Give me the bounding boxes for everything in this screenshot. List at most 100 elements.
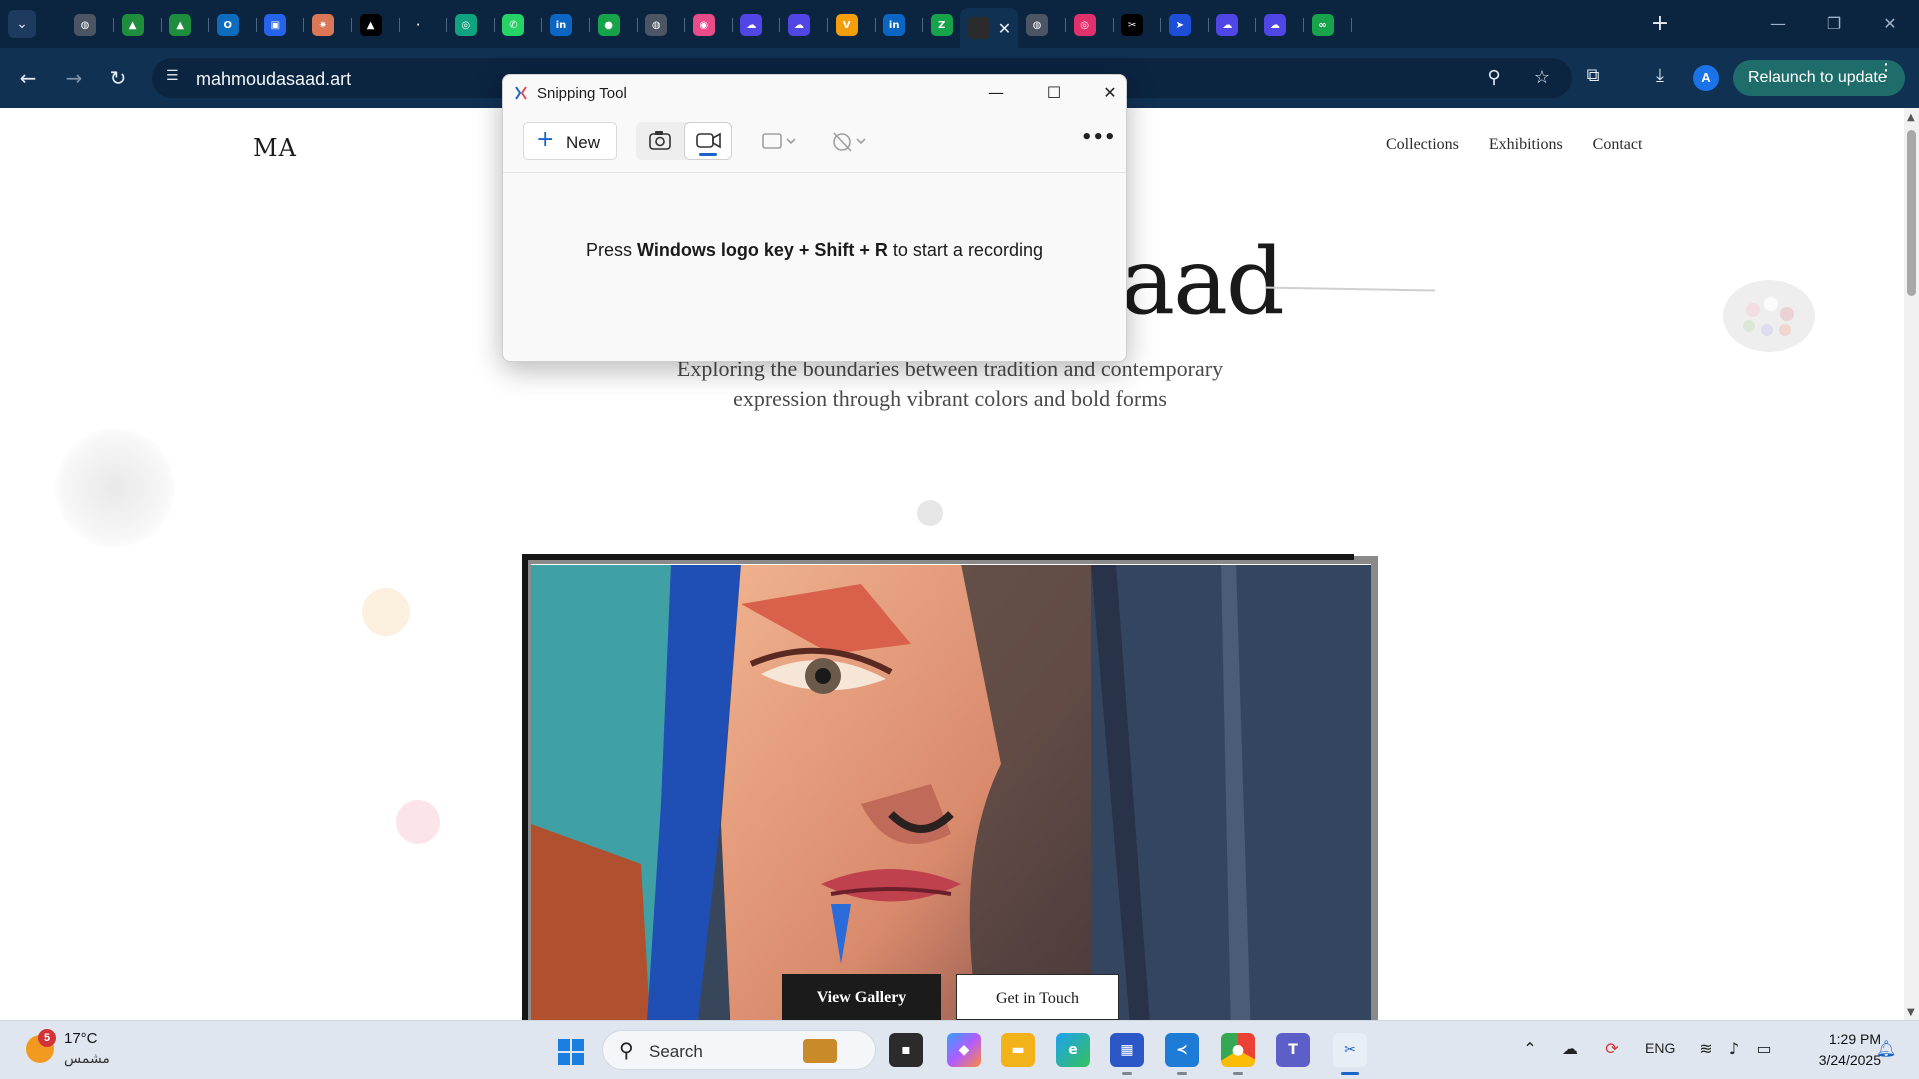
taskbar-app-edge[interactable]: e <box>1056 1033 1090 1067</box>
chevron-down-icon: ⌄ <box>16 16 28 32</box>
snip-close-button[interactable]: ✕ <box>1087 79 1133 107</box>
extensions-icon[interactable]: ⧉ <box>1579 62 1607 90</box>
teams-board-icon: ▣ <box>264 14 287 36</box>
search-icon: ⚲ <box>619 1038 634 1062</box>
weather-temperature[interactable]: 17°C <box>64 1030 98 1047</box>
weather-condition[interactable]: مشمس <box>64 1051 110 1067</box>
url-text[interactable]: mahmoudasaad.art <box>196 69 351 90</box>
generic-globe-icon: ◍ <box>1026 14 1048 36</box>
zoom-icon[interactable]: ⚲ <box>1482 66 1506 90</box>
nav-link-exhibitions[interactable]: Exhibitions <box>1489 136 1563 154</box>
notification-bell-icon[interactable]: 🔔︎ <box>1876 1039 1898 1061</box>
relaunch-label: Relaunch to update <box>1748 69 1887 86</box>
weather-badge: 5 <box>38 1029 56 1047</box>
forward-button[interactable]: → <box>58 62 90 94</box>
nav-link-collections[interactable]: Collections <box>1386 136 1459 154</box>
scroll-up-arrow-icon[interactable]: ▲ <box>1907 112 1915 123</box>
window-restore-button[interactable]: ❐ <box>1814 10 1854 38</box>
taskbar-app-vscode[interactable]: ≺ <box>1165 1033 1199 1075</box>
snip-mode-toggle <box>636 122 732 160</box>
cloud-icon: ☁ <box>1264 14 1286 36</box>
snip-delay-dropdown[interactable] <box>825 126 873 156</box>
decorative-blob <box>917 500 943 526</box>
rectangle-area-icon <box>762 133 796 149</box>
window-close-button[interactable]: ✕ <box>1870 10 1910 38</box>
taskbar-app-task-view[interactable]: ▪ <box>889 1033 923 1067</box>
decorative-blob <box>396 800 440 844</box>
relaunch-to-update-button[interactable]: Relaunch to update ⋮ <box>1733 60 1905 96</box>
gemini-icon: V <box>835 14 858 36</box>
view-gallery-button[interactable]: View Gallery <box>782 974 941 1020</box>
drive-icon: ▲ <box>121 14 144 36</box>
clock-time[interactable]: 1:29 PM <box>1795 1031 1881 1047</box>
scroll-down-arrow-icon[interactable]: ▼ <box>1907 1007 1915 1018</box>
taskbar-app-snipping-tool[interactable]: ✂ <box>1333 1033 1367 1075</box>
claude-icon: ✷ <box>312 14 334 36</box>
browser-tab-strip: ⌄ ◍ ▲ ▲ O ▣ ✷ ▲ · ◎ ✆ in ● ◍ ◉ ☁ ☁ Vin Z ✕ ◍ ◎ ✂ ➤ ☁ ☁ ∞ + — ❐ ✕ <box>0 0 1919 48</box>
site-info-icon[interactable]: ☰ <box>166 68 186 88</box>
infinity-icon: ∞ <box>1311 14 1334 36</box>
timer-off-icon <box>833 132 866 152</box>
snipping-tool-window: Snipping Tool — ☐ ✕ + New ••• Press Wind… <box>502 74 1127 362</box>
volume-icon[interactable]: ♪ <box>1722 1037 1746 1061</box>
snip-area-dropdown[interactable] <box>755 126 803 156</box>
page-scrollbar[interactable]: ▲ ▼ <box>1904 108 1919 1020</box>
window-minimize-button[interactable]: — <box>1758 10 1798 38</box>
dribbble-icon: ◉ <box>692 14 715 36</box>
reload-button[interactable]: ↻ <box>102 62 134 94</box>
taskbar-app-chrome[interactable]: ● <box>1221 1033 1255 1075</box>
selected-indicator <box>699 153 717 156</box>
downloads-icon[interactable]: ⤓ <box>1646 62 1674 90</box>
bookmark-star-icon[interactable]: ☆ <box>1530 66 1554 90</box>
generic-globe-icon: ◍ <box>645 14 668 36</box>
language-indicator[interactable]: ENG <box>1645 1040 1675 1056</box>
snipping-tool-title: Snipping Tool <box>537 85 627 102</box>
drive-icon: ▲ <box>169 14 192 36</box>
instagram-icon: ◎ <box>1073 14 1096 36</box>
battery-icon[interactable]: ▭ <box>1752 1037 1776 1061</box>
browser-tab[interactable]: ∞ <box>1294 8 1352 42</box>
windows-logo-icon <box>558 1039 584 1065</box>
more-vert-icon[interactable]: ⋮ <box>1877 60 1895 81</box>
get-in-touch-button[interactable]: Get in Touch <box>956 974 1119 1020</box>
snip-minimize-button[interactable]: — <box>973 79 1019 107</box>
start-button[interactable] <box>556 1037 586 1067</box>
whatsapp-icon: ✆ <box>502 14 525 36</box>
recording-mode-button[interactable] <box>684 122 732 160</box>
taskbar-app-teams[interactable]: T <box>1276 1033 1310 1067</box>
scroll-thumb[interactable] <box>1907 130 1916 296</box>
wifi-icon[interactable]: ≋ <box>1694 1037 1718 1061</box>
taskbar-app-file-explorer[interactable]: ▬ <box>1001 1033 1035 1067</box>
taskbar-app-copilot[interactable]: ◆ <box>947 1033 981 1067</box>
onedrive-offline-icon[interactable]: ☁ <box>1558 1037 1582 1061</box>
nav-link-contact[interactable]: Contact <box>1593 136 1643 154</box>
sync-icon[interactable]: ⟳ <box>1600 1037 1624 1061</box>
vercel-icon: ▲ <box>359 14 382 36</box>
capcut-icon: ✂ <box>1121 14 1144 36</box>
site-logo[interactable]: MA <box>253 134 297 162</box>
snip-new-label: New <box>566 133 601 152</box>
divider <box>503 172 1126 173</box>
loading-icon <box>967 17 990 39</box>
snip-new-button[interactable]: + New <box>523 122 617 160</box>
screenshot-mode-button[interactable] <box>636 122 684 160</box>
new-tab-button[interactable]: + <box>1648 12 1672 36</box>
tab-search-button[interactable]: ⌄ <box>8 10 36 38</box>
running-indicator <box>1177 1072 1187 1075</box>
show-hidden-icons-chevron-icon[interactable]: ⌃ <box>1518 1037 1542 1061</box>
profile-avatar[interactable]: A <box>1693 65 1719 91</box>
back-button[interactable]: ← <box>12 62 44 94</box>
snip-maximize-button[interactable]: ☐ <box>1031 79 1077 107</box>
clock-date[interactable]: 3/24/2025 <box>1795 1052 1881 1068</box>
cloud-icon: ☁ <box>740 14 763 36</box>
more-options-icon[interactable]: ••• <box>1081 126 1116 156</box>
snipping-tool-titlebar[interactable]: Snipping Tool — ☐ ✕ <box>503 75 1126 111</box>
taskbar-search[interactable]: ⚲ Search <box>602 1030 876 1070</box>
adobe-icon: Z <box>930 14 953 36</box>
hero-subtitle: Exploring the boundaries between traditi… <box>610 354 1290 414</box>
active-indicator <box>1341 1072 1359 1075</box>
taskbar-app-store[interactable]: ▦ <box>1110 1033 1144 1075</box>
decorative-blob <box>55 428 175 548</box>
artwork-image[interactable] <box>531 564 1371 1020</box>
hint-shortcut: Windows logo key + Shift + R <box>637 240 888 260</box>
